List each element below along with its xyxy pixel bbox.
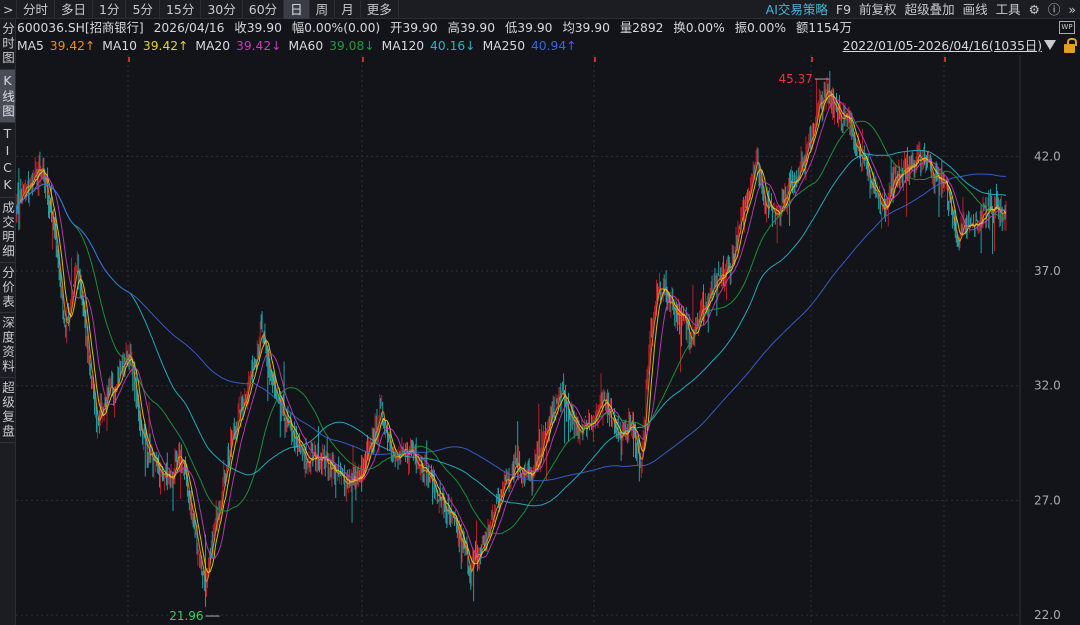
y-tick-label: 37.0 — [1034, 264, 1061, 278]
amount: 额1154万 — [795, 21, 852, 35]
period-tab[interactable]: 30分 — [201, 0, 243, 19]
sidebar-item-label: 深度资料 — [0, 316, 15, 374]
sidebar-item-label: 成交明细 — [0, 200, 15, 259]
period-tab[interactable]: 更多 — [361, 0, 399, 19]
turnover: 换0.00% — [673, 21, 725, 35]
sidebar-active-label: K线图 — [0, 72, 15, 119]
low-price: 低39.90 — [505, 21, 553, 35]
period-tab[interactable]: 日 — [284, 0, 310, 19]
period-marker — [811, 57, 813, 62]
period-tab[interactable]: 月 — [335, 0, 361, 19]
sidebar-item-tick[interactable]: TICK — [0, 123, 15, 198]
y-tick-label: 22.0 — [1034, 608, 1061, 622]
ma-label: MA10 — [102, 39, 137, 53]
ma-value: 40.16↓ — [430, 39, 476, 53]
period-tab[interactable]: 周 — [310, 0, 336, 19]
stock-code: 600036.SH[招商银行] — [17, 21, 144, 35]
min-price-label: 21.96 — [169, 609, 203, 623]
volume: 量2892 — [619, 21, 664, 35]
ma-value: 40.94↑ — [530, 39, 577, 53]
period-marker — [944, 57, 946, 62]
dropdown-triangle-icon[interactable] — [1044, 40, 1056, 50]
sidebar: 分时图 K线图 K线图 TICK 成交明细 分价表 深度资料 超级复盘 — [0, 19, 16, 625]
period-tab[interactable]: 1分 — [93, 0, 127, 19]
period-tabs: 分时 多日 1分 5分 15分 30分 60分日周月更多 — [17, 0, 399, 19]
sidebar-item-kline[interactable]: K线图 K线图 — [0, 69, 15, 123]
y-tick-label: 27.0 — [1034, 493, 1061, 507]
ma-label: MA20 — [195, 39, 231, 53]
quote-info: 600036.SH[招商银行] 2026/04/16 收39.90 幅0.00%… — [17, 19, 858, 37]
amplitude: 振0.00% — [734, 21, 787, 35]
sidebar-item-deep-data[interactable]: 深度资料 — [0, 313, 15, 378]
ai-strategy-button[interactable]: AI交易策略 — [762, 0, 832, 19]
expand-button[interactable]: > — [0, 0, 17, 19]
period-tab[interactable]: 多日 — [55, 0, 94, 19]
period-tab[interactable]: 5分 — [126, 0, 160, 19]
sidebar-item-timeshare[interactable]: 分时图 — [0, 19, 15, 70]
ma-label: MA120 — [381, 39, 425, 53]
draw-button[interactable]: 画线 — [959, 0, 992, 19]
period-marker — [362, 57, 364, 62]
sidebar-item-price-table[interactable]: 分价表 — [0, 263, 15, 313]
ma-label: MA60 — [288, 39, 324, 53]
date-range-selector[interactable]: 2022/01/05-2026/04/16(1035日) — [843, 37, 1042, 55]
period-marker — [128, 57, 130, 62]
sidebar-item-trades[interactable]: 成交明细 — [0, 198, 15, 263]
ma-label: MA250 — [482, 39, 526, 53]
ma-line-ma250 — [16, 173, 1006, 482]
sidebar-item-label: 分时图 — [0, 22, 15, 66]
lock-icon[interactable] — [1064, 38, 1077, 53]
overlay-button[interactable]: 超级叠加 — [901, 0, 959, 19]
period-tab[interactable]: 15分 — [160, 0, 202, 19]
quote-date: 2026/04/16 — [153, 21, 225, 35]
ma-line-ma5 — [16, 90, 1007, 583]
close-price: 收39.90 — [234, 21, 282, 35]
avg-price: 均39.90 — [562, 21, 610, 35]
ma-line-ma120 — [16, 149, 1007, 507]
change-pct: 幅0.00%(0.00) — [291, 21, 381, 35]
right-tools: AI交易策略 F9 前复权 超级叠加 画线 工具 ⚙ ⓘ » — [762, 0, 1080, 19]
kline-chart[interactable]: 22.0 27.0 32.0 37.0 42.0 45.37 21.96 — [16, 55, 1080, 625]
period-tab[interactable]: 分时 — [17, 0, 56, 19]
ma-value: 39.42↓ — [236, 39, 282, 53]
period-marker — [594, 57, 596, 62]
f9-button[interactable]: F9 — [832, 0, 855, 19]
wp-icon[interactable]: WP — [1059, 21, 1075, 34]
help-icon[interactable]: ⓘ — [1044, 0, 1065, 19]
sidebar-item-review[interactable]: 超级复盘 — [0, 378, 15, 443]
high-price: 高39.90 — [447, 21, 496, 35]
open-price: 开39.90 — [390, 21, 438, 35]
ma-value: 39.42↑ — [49, 39, 96, 53]
ma-legend: MA5 39.42↑ MA10 39.42↑ MA20 39.42↓ MA60 39.… — [17, 37, 584, 55]
sidebar-item-label: 分价表 — [0, 265, 15, 310]
y-tick-label: 42.0 — [1034, 149, 1061, 163]
ma-line-ma10 — [16, 93, 1007, 574]
adjust-button[interactable]: 前复权 — [855, 0, 901, 19]
period-toolbar: > 分时 多日 1分 5分 15分 30分 60分日周月更多 AI交易策略 F9 前复权 超… — [0, 0, 1080, 19]
sidebar-item-label: 超级复盘 — [0, 381, 15, 439]
y-tick-label: 32.0 — [1034, 379, 1061, 393]
period-tab[interactable]: 60分 — [243, 0, 285, 19]
max-price-label: 45.37 — [779, 72, 813, 86]
ma-line-ma60 — [16, 120, 1006, 535]
ma-value: 39.42↑ — [142, 39, 189, 53]
sidebar-item-label: TICK — [0, 125, 15, 194]
ma-value: 39.08↓ — [329, 39, 375, 53]
tools-button[interactable]: 工具 — [992, 0, 1025, 19]
more-button[interactable]: » — [1064, 0, 1080, 19]
settings-icon[interactable]: ⚙ — [1025, 0, 1044, 19]
ma-label: MA5 — [17, 39, 44, 53]
